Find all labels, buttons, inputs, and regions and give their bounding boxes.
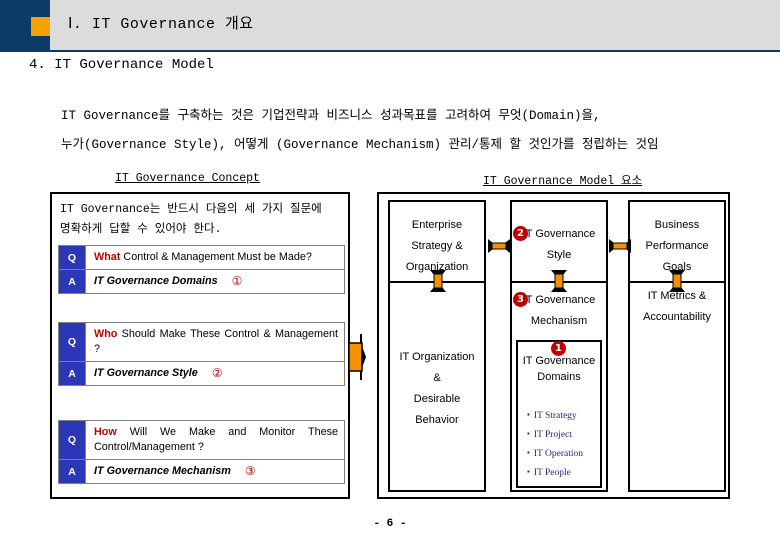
qa-question-rest: Should Make These Control & Management ?	[94, 328, 338, 355]
section-paragraph-line1: IT Governance를 구축하는 것은 기업전략과 비즈니스 성과목표를 …	[61, 109, 601, 123]
qa-question-rest: Will We Make and Monitor These Control/M…	[94, 426, 338, 453]
header-title: Ⅰ. IT Governance 개요	[68, 16, 254, 33]
qa-keyword: Who	[94, 328, 118, 340]
qa-block-2: Q Who Should Make These Control & Manage…	[58, 322, 345, 386]
qa-q-tag: Q	[59, 421, 86, 459]
vertical-double-arrow-icon	[430, 270, 446, 292]
qa-question-text: What Control & Management Must be Made?	[86, 246, 344, 269]
qa-block-1: Q What Control & Management Must be Made…	[58, 245, 345, 294]
domains-box-title: IT Governance Domains	[522, 355, 596, 383]
vertical-double-arrow-icon	[669, 270, 685, 292]
page-number: - 6 -	[373, 518, 407, 530]
qa-answer-row: A IT Governance Style ②	[59, 362, 344, 385]
left-panel-intro: IT Governance는 반드시 다음의 세 가지 질문에 명확하게 답할 …	[60, 200, 345, 240]
horizontal-double-arrow-icon	[488, 239, 510, 253]
domains-list: IT Strategy IT Project IT Operation IT P…	[527, 406, 601, 482]
qa-answer-text: IT Governance Style ②	[86, 362, 344, 385]
qa-answer-number: ③	[244, 464, 256, 478]
vertical-double-arrow-icon	[551, 270, 567, 292]
qa-answer-row: A IT Governance Domains ①	[59, 270, 344, 293]
qa-answer-text: IT Governance Mechanism ③	[86, 460, 344, 483]
qa-question-row: Q Who Should Make These Control & Manage…	[59, 323, 344, 362]
qa-keyword: What	[94, 251, 121, 263]
header-orange-square-icon	[31, 17, 50, 36]
qa-answer-label: IT Governance Domains	[94, 275, 218, 287]
section-title: 4. IT Governance Model	[29, 57, 214, 73]
it-organization-text: IT Organization & Desirable Behavior	[399, 351, 475, 426]
list-item: IT Strategy	[527, 406, 601, 425]
qa-question-row: Q What Control & Management Must be Made…	[59, 246, 344, 270]
qa-a-tag: A	[59, 362, 86, 385]
qa-question-text: How Will We Make and Monitor These Contr…	[86, 421, 344, 459]
left-panel-caption: IT Governance Concept	[115, 172, 260, 185]
section-paragraph-line2: 누가(Governance Style), 어떻게 (Governance Me…	[61, 138, 659, 152]
qa-keyword: How	[94, 426, 117, 438]
circled-number-2-icon: 2	[513, 226, 528, 241]
qa-answer-label: IT Governance Style	[94, 367, 198, 379]
list-item: IT Project	[527, 425, 601, 444]
qa-q-tag: Q	[59, 246, 86, 269]
list-item: IT Operation	[527, 444, 601, 463]
qa-question-row: Q How Will We Make and Monitor These Con…	[59, 421, 344, 460]
qa-answer-text: IT Governance Domains ①	[86, 270, 344, 293]
qa-question-rest: Control & Management Must be Made?	[120, 251, 312, 263]
qa-q-tag: Q	[59, 323, 86, 361]
list-item: IT People	[527, 463, 601, 482]
qa-answer-label: IT Governance Mechanism	[94, 465, 231, 477]
left-panel-intro-line1: IT Governance는 반드시 다음의 세 가지 질문에	[60, 203, 322, 216]
qa-answer-number: ①	[231, 274, 243, 288]
circled-number-3-icon: 3	[513, 292, 528, 307]
header-divider	[0, 50, 780, 52]
horizontal-double-arrow-icon	[609, 239, 631, 253]
qa-block-3: Q How Will We Make and Monitor These Con…	[58, 420, 345, 484]
qa-a-tag: A	[59, 460, 86, 483]
qa-a-tag: A	[59, 270, 86, 293]
qa-answer-number: ②	[211, 366, 223, 380]
qa-answer-row: A IT Governance Mechanism ③	[59, 460, 344, 483]
left-panel-intro-line2: 명확하게 답할 수 있어야 한다.	[60, 223, 222, 236]
right-panel-caption: IT Governance Model 요소	[483, 175, 643, 188]
connector-arrow-right-icon	[348, 334, 366, 380]
qa-question-text: Who Should Make These Control & Manageme…	[86, 323, 344, 361]
